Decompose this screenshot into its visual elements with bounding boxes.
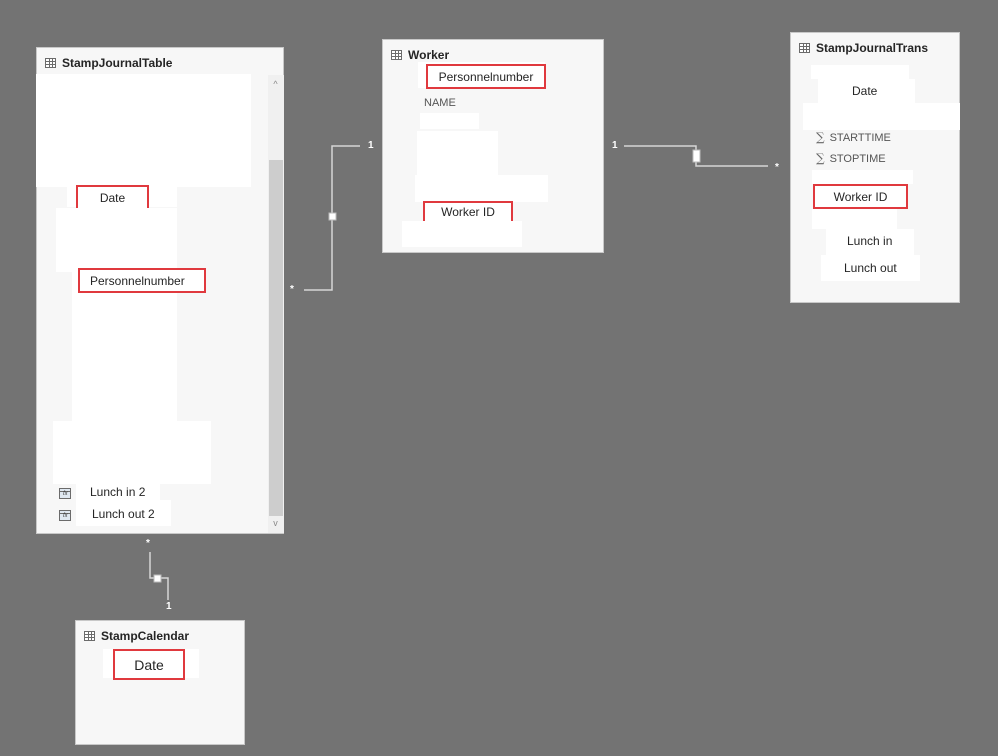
table-stamp-journal-table[interactable]: StampJournalTable Date Personnelnumber L…	[36, 47, 284, 534]
field-name[interactable]: NAME	[424, 97, 456, 109]
redacted-area	[811, 65, 909, 79]
field-date[interactable]: Date	[76, 185, 149, 210]
calculated-column-icon	[59, 488, 71, 499]
sum-icon: ∑	[816, 151, 825, 165]
field-lunch-in[interactable]: Lunch in	[847, 234, 892, 248]
scroll-up-icon[interactable]: ^	[268, 79, 283, 89]
field-stoptime[interactable]: ∑ STOPTIME	[816, 151, 886, 165]
cardinality-many: *	[146, 538, 150, 549]
redacted-area	[72, 272, 177, 422]
redacted-area	[417, 131, 498, 175]
table-header[interactable]: StampJournalTable	[45, 56, 172, 70]
table-title: Worker	[408, 48, 450, 62]
table-icon	[391, 50, 402, 60]
table-header[interactable]: StampCalendar	[84, 629, 189, 643]
field-starttime[interactable]: ∑ STARTTIME	[816, 130, 891, 144]
field-worker-id[interactable]: Worker ID	[813, 184, 908, 209]
redacted-area	[803, 103, 960, 130]
table-title: StampCalendar	[101, 629, 190, 643]
field-personnelnumber[interactable]: Personnelnumber	[426, 64, 546, 89]
calculated-column-icon	[59, 510, 71, 521]
redacted-area	[53, 421, 211, 484]
scrollbar-thumb[interactable]	[269, 160, 283, 516]
table-icon	[45, 58, 56, 68]
scroll-down-icon[interactable]: v	[268, 518, 283, 528]
redacted-area	[56, 208, 177, 272]
cardinality-one: 1	[166, 601, 172, 612]
sum-icon: ∑	[816, 130, 825, 144]
field-lunch-out-2[interactable]: Lunch out 2	[92, 507, 155, 521]
field-worker-id[interactable]: Worker ID	[423, 201, 513, 223]
cardinality-one: 1	[612, 140, 618, 151]
table-stamp-calendar[interactable]: StampCalendar Date	[75, 620, 245, 745]
bidirectional-filter-icon	[692, 149, 701, 163]
table-header[interactable]: StampJournalTrans	[799, 41, 928, 55]
field-date[interactable]: Date	[113, 649, 185, 680]
table-worker[interactable]: Worker Personnelnumber NAME Worker ID	[382, 39, 604, 253]
field-date[interactable]: Date	[852, 84, 877, 98]
table-title: StampJournalTrans	[816, 41, 929, 55]
table-header[interactable]: Worker	[391, 48, 449, 62]
table-icon	[84, 631, 95, 641]
field-lunch-in-2[interactable]: Lunch in 2	[90, 485, 145, 499]
field-personnelnumber[interactable]: Personnelnumber	[78, 268, 206, 293]
table-stamp-journal-trans[interactable]: StampJournalTrans Date ∑ STARTTIME ∑ STOPT…	[790, 32, 960, 303]
field-lunch-out[interactable]: Lunch out	[844, 261, 897, 275]
redacted-area	[36, 74, 251, 187]
filter-direction-icon	[153, 574, 162, 583]
cardinality-many: *	[290, 284, 294, 295]
redacted-area	[812, 209, 897, 229]
cardinality-many: *	[775, 162, 779, 173]
cardinality-one: 1	[368, 140, 374, 151]
redacted-area	[402, 221, 522, 247]
table-title: StampJournalTable	[62, 56, 173, 70]
filter-direction-icon	[328, 212, 337, 221]
redacted-area	[415, 175, 548, 202]
redacted-area	[420, 113, 479, 129]
table-icon	[799, 43, 810, 53]
redacted-area	[812, 170, 913, 184]
